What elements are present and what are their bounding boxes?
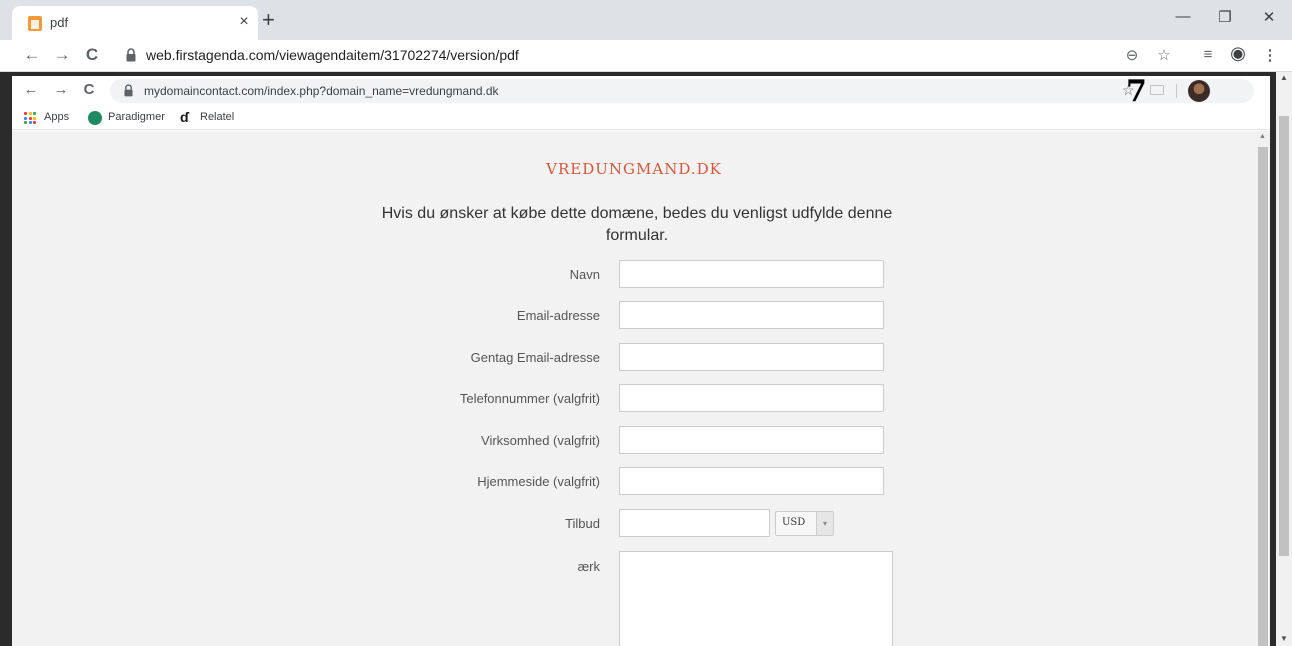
chevron-down-icon: ▾ <box>816 512 833 535</box>
bookmark-paradigmer: Paradigmer <box>108 111 165 123</box>
inner-lock-icon <box>124 84 133 97</box>
paradigmer-icon <box>88 111 102 125</box>
inner-avatar <box>1188 80 1210 102</box>
inner-scrollbar-thumb <box>1258 147 1268 646</box>
name-field[interactable] <box>619 260 884 288</box>
lock-icon <box>126 48 136 62</box>
domain-title: VREDUNGMAND.DK <box>546 160 722 178</box>
outer-toolbar: ← → C web.firstagenda.com/viewagendaitem… <box>0 40 1292 72</box>
bookmark-relatel: Relatel <box>200 111 235 123</box>
name-label: Navn <box>569 267 600 282</box>
forward-icon[interactable]: → <box>52 45 72 65</box>
tab-strip: pdf × + — ❐ ✕ <box>0 0 1292 40</box>
new-tab-button[interactable]: + <box>262 9 275 31</box>
pdf-scrollbar[interactable]: ▲ ▼ <box>1276 72 1292 646</box>
message-textarea[interactable] <box>619 551 893 646</box>
email-repeat-field[interactable] <box>619 343 884 371</box>
website-field[interactable] <box>619 467 884 495</box>
offer-field[interactable] <box>619 509 770 537</box>
currency-select[interactable]: USD ▾ <box>775 511 834 536</box>
inner-scrollbar: ▲ <box>1256 131 1270 646</box>
scroll-up-arrow-icon[interactable]: ▲ <box>1280 73 1288 82</box>
apps-dot <box>28 116 32 120</box>
domain-contact-page: VREDUNGMAND.DK Hvis du ønsker at købe de… <box>12 131 1256 646</box>
offer-label: Tilbud <box>565 516 600 531</box>
email-label: Email-adresse <box>516 308 600 323</box>
apps-dot <box>28 112 32 115</box>
pdf-scrollbar-thumb[interactable] <box>1279 116 1289 556</box>
apps-dot <box>24 121 27 124</box>
restore-icon[interactable]: ❐ <box>1210 8 1240 26</box>
url-text: web.firstagenda.com/viewagendaitem/31702… <box>146 47 519 63</box>
pdf-frame-left <box>0 72 12 646</box>
inner-back-icon: ← <box>23 81 39 98</box>
phone-field[interactable] <box>619 384 884 412</box>
company-label: Virksomhed (valgfrit) <box>481 433 600 448</box>
minimize-icon[interactable]: — <box>1168 8 1198 25</box>
tab-close-icon[interactable]: × <box>234 13 254 31</box>
phone-label: Telefonnummer (valgfrit) <box>459 391 600 406</box>
apps-dot <box>24 116 27 120</box>
relatel-icon: ɗ <box>180 109 189 125</box>
apps-dot <box>28 121 32 124</box>
menu-icon[interactable]: ⋮ <box>1260 46 1280 64</box>
inner-scroll-up-arrow-icon: ▲ <box>1259 133 1266 140</box>
email-repeat-label: Gentag Email-adresse <box>470 350 600 365</box>
bookmarks-bar: Apps Paradigmer ɗ Relatel <box>12 106 1270 130</box>
address-bar[interactable]: web.firstagenda.com/viewagendaitem/31702… <box>112 43 1202 69</box>
scroll-down-arrow-icon[interactable]: ▼ <box>1280 634 1288 643</box>
pdf-page-content: ← → C mydomaincontact.com/index.php?doma… <box>12 76 1270 646</box>
apps-dot <box>24 112 27 115</box>
website-label: Hjemmeside (valgfrit) <box>477 474 600 489</box>
company-field[interactable] <box>619 426 884 454</box>
pdf-page-number: 7 <box>1126 76 1147 109</box>
zoom-icon[interactable]: ⊖ <box>1122 46 1142 64</box>
apps-dot <box>33 112 36 115</box>
back-icon[interactable]: ← <box>22 45 42 65</box>
inner-forward-icon: → <box>53 81 69 98</box>
apps-dot <box>33 116 36 120</box>
bookmark-star-icon[interactable]: ☆ <box>1154 46 1174 64</box>
apps-dot <box>33 121 36 124</box>
pdf-favicon-icon <box>28 16 42 31</box>
profile-icon[interactable]: ◉ <box>1228 43 1248 64</box>
inner-toolbar: ← → C mydomaincontact.com/index.php?doma… <box>12 76 1270 109</box>
message-label: ærk <box>577 559 600 574</box>
inner-reload-icon: C <box>83 81 95 98</box>
inner-separator <box>1176 84 1177 98</box>
inner-address-bar: mydomaincontact.com/index.php?domain_nam… <box>110 79 1254 103</box>
apps-grid-icon <box>24 112 36 124</box>
tab-pdf[interactable]: pdf × <box>12 6 258 40</box>
tab-title: pdf <box>50 15 69 30</box>
currency-value: USD <box>782 517 806 528</box>
inner-folder-icon <box>1150 85 1164 95</box>
reading-list-icon[interactable]: ≡ <box>1198 46 1218 63</box>
email-field[interactable] <box>619 301 884 329</box>
inner-url-text: mydomaincontact.com/index.php?domain_nam… <box>144 84 499 98</box>
window-close-icon[interactable]: ✕ <box>1254 8 1284 26</box>
bookmark-apps: Apps <box>44 111 70 123</box>
reload-icon[interactable]: C <box>82 45 102 65</box>
intro-text: Hvis du ønsker at købe dette domæne, bed… <box>381 205 893 244</box>
